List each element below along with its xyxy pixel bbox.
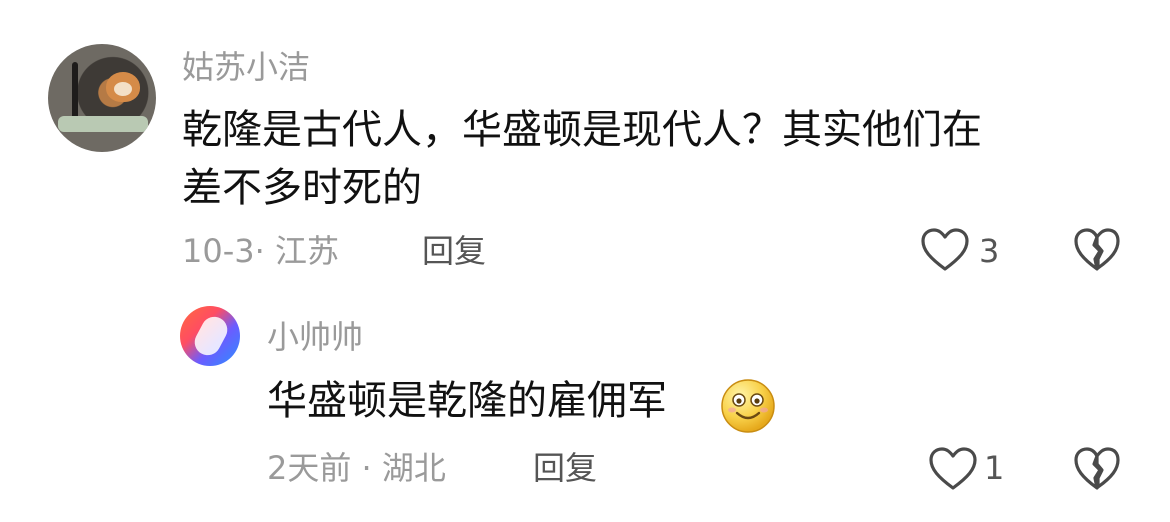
avatar-table-shape (58, 116, 148, 132)
reply-date-location: 2天前 · 湖北 (267, 449, 446, 487)
comment-text-line2: 差不多时死的 (182, 165, 422, 211)
comment-like-count: 3 (979, 232, 1000, 270)
reply-username[interactable]: 小帅帅 (267, 321, 363, 353)
comment-reply-button[interactable]: 回复 (422, 235, 486, 267)
smiling-face-icon (719, 377, 777, 435)
heart-icon[interactable] (920, 227, 970, 273)
comment-date-location: 10-3· 江苏 (182, 232, 339, 270)
reply-reply-button[interactable]: 回复 (533, 452, 597, 484)
avatar[interactable] (48, 44, 156, 152)
avatar-dog-face-shape (114, 82, 132, 96)
comment-username[interactable]: 姑苏小洁 (182, 51, 310, 83)
reply-avatar[interactable] (180, 306, 240, 366)
reply-like-count: 1 (984, 449, 1005, 487)
heart-icon[interactable] (928, 446, 978, 492)
broken-heart-icon[interactable] (1073, 227, 1121, 273)
broken-heart-icon[interactable] (1073, 446, 1121, 492)
reply-text: 华盛顿是乾隆的雇佣军 (267, 378, 667, 424)
avatar-shine-shape (190, 312, 232, 360)
comment-text-line1: 乾隆是古代人，华盛顿是现代人？其实他们在 (182, 107, 982, 153)
